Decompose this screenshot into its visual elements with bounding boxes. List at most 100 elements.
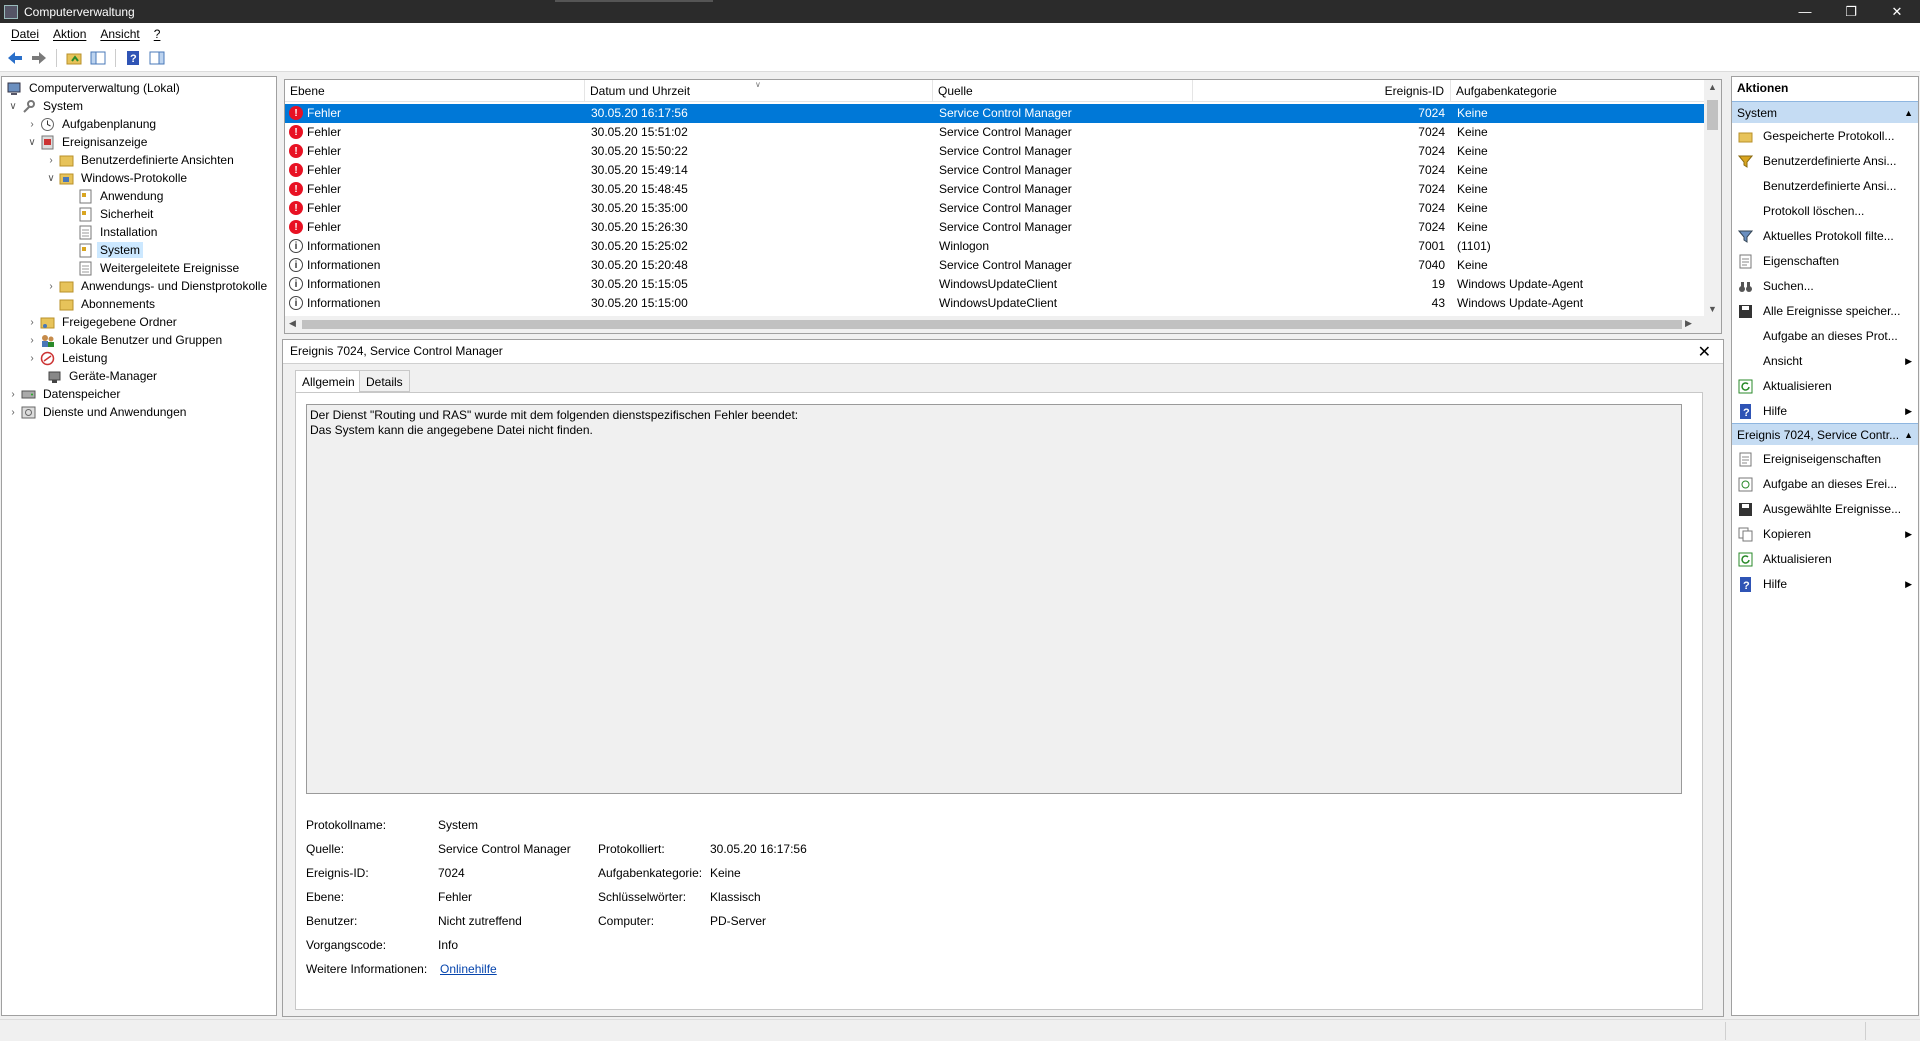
show-hide-tree-icon[interactable] [87,47,109,69]
restore-button[interactable]: ❐ [1828,0,1874,23]
tree-node-installation[interactable]: Installation [76,223,160,241]
chevron-down-icon[interactable]: ∨ [45,173,57,184]
actions-group-event[interactable]: Ereignis 7024, Service Contr... ▲ [1732,423,1918,445]
error-icon: ! [289,220,303,234]
tree-node-sicherheit[interactable]: Sicherheit [76,205,156,223]
table-row[interactable]: ! Fehler 30.05.20 15:48:45 Service Control … [285,180,1705,199]
scroll-down-icon[interactable]: ▼ [1708,304,1717,314]
scroll-up-icon[interactable]: ▲ [1708,82,1717,92]
table-row[interactable]: ! Fehler 30.05.20 15:49:14 Service Control … [285,161,1705,180]
help-icon[interactable]: ? [122,47,144,69]
folder-icon [59,279,74,294]
action-item[interactable]: Suchen... [1732,274,1918,298]
scroll-left-icon[interactable]: ◀ [289,318,296,329]
cell-date: 30.05.20 15:15:00 [591,296,688,310]
action-item[interactable]: Aufgabe an dieses Prot... [1732,324,1918,348]
tree-node-freigegebene-ordner[interactable]: › Freigegebene Ordner [26,313,180,331]
tab-allgemein[interactable]: Allgemein [295,370,362,393]
collapse-icon[interactable]: ▲ [1904,102,1913,124]
action-item[interactable]: Aktualisieren [1732,547,1918,571]
table-row[interactable]: i Informationen 30.05.20 15:25:02 Winlogon 7… [285,237,1705,256]
minimize-button[interactable]: — [1782,0,1828,23]
menu-ansicht[interactable]: Ansicht [93,27,146,41]
close-icon[interactable]: ✕ [1698,342,1711,362]
action-item[interactable]: Eigenschaften [1732,249,1918,273]
tree-node-benutzerdefinierte-ansichten[interactable]: › Benutzerdefinierte Ansichten [45,151,237,169]
cell-level: Fehler [307,201,342,215]
menu-aktion[interactable]: Aktion [46,27,93,41]
tree-node-system-log[interactable]: System [76,241,144,259]
tree-node-leistung[interactable]: › Leistung [26,349,110,367]
action-item[interactable]: Gespeicherte Protokoll... [1732,124,1918,148]
action-item[interactable]: Ereigniseigenschaften [1732,447,1918,471]
column-header-quelle[interactable]: Quelle [933,80,1193,102]
action-item[interactable]: Ansicht ▶ [1732,349,1918,373]
action-item[interactable]: Protokoll löschen... [1732,199,1918,223]
tree-node-computerverwaltung[interactable]: Computerverwaltung (Lokal) [5,79,183,97]
column-header-ebene[interactable]: Ebene [285,80,585,102]
chevron-right-icon[interactable]: › [7,407,19,418]
scroll-right-icon[interactable]: ▶ [1685,318,1692,329]
tree-node-system[interactable]: ∨ System [7,97,86,115]
tab-details[interactable]: Details [359,370,410,392]
chevron-right-icon[interactable]: › [45,155,57,166]
back-icon[interactable] [4,47,26,69]
tree-node-aufgabenplanung[interactable]: › Aufgabenplanung [26,115,159,133]
tree-node-ereignisanzeige[interactable]: ∨ Ereignisanzeige [26,133,150,151]
close-button[interactable]: ✕ [1874,0,1920,23]
table-row[interactable]: i Informationen 30.05.20 15:15:00 WindowsUp… [285,294,1705,313]
action-label: Hilfe [1763,577,1788,591]
tree-node-anwendungs-dienstprotokolle[interactable]: › Anwendungs- und Dienstprotokolle [45,277,270,295]
tree-node-dienste-anwendungen[interactable]: › Dienste und Anwendungen [7,403,189,421]
action-item[interactable]: ? Hilfe ▶ [1732,399,1918,423]
chevron-right-icon[interactable]: › [26,317,38,328]
chevron-right-icon[interactable]: › [26,335,38,346]
chevron-right-icon[interactable]: › [45,281,57,292]
action-item[interactable]: Kopieren ▶ [1732,522,1918,546]
show-hide-actions-icon[interactable] [146,47,168,69]
horizontal-scrollbar[interactable]: ◀ ▶ [285,316,1721,333]
table-row[interactable]: ! Fehler 30.05.20 15:51:02 Service Control … [285,123,1705,142]
chevron-right-icon[interactable]: › [26,119,38,130]
tree-node-geraete-manager[interactable]: Geräte-Manager [45,367,160,385]
vertical-scrollbar[interactable]: ▲ ▼ [1704,80,1721,318]
column-header-aufgabenkategorie[interactable]: Aufgabenkategorie [1451,80,1705,102]
action-item[interactable]: Alle Ereignisse speicher... [1732,299,1918,323]
up-folder-icon[interactable] [63,47,85,69]
action-item[interactable]: Aktualisieren [1732,374,1918,398]
tree-node-windows-protokolle[interactable]: ∨ Windows-Protokolle [45,169,190,187]
action-item[interactable]: Benutzerdefinierte Ansi... [1732,174,1918,198]
table-row[interactable]: ! Fehler 30.05.20 15:35:00 Service Control … [285,199,1705,218]
event-message[interactable]: Der Dienst "Routing und RAS" wurde mit d… [306,404,1682,794]
table-row[interactable]: i Informationen 30.05.20 15:15:05 WindowsUp… [285,275,1705,294]
tree-node-lokale-benutzer[interactable]: › Lokale Benutzer und Gruppen [26,331,225,349]
scroll-thumb[interactable] [1707,100,1718,130]
action-item[interactable]: Aufgabe an dieses Erei... [1732,472,1918,496]
table-row[interactable]: ! Fehler 30.05.20 15:26:30 Service Control … [285,218,1705,237]
action-item[interactable]: Ausgewählte Ereignisse... [1732,497,1918,521]
tree-node-anwendung[interactable]: Anwendung [76,187,166,205]
tree-node-datenspeicher[interactable]: › Datenspeicher [7,385,123,403]
chevron-down-icon[interactable]: ∨ [26,137,38,148]
collapse-icon[interactable]: ▲ [1904,424,1913,446]
tree-node-abonnements[interactable]: Abonnements [57,295,158,313]
scroll-thumb[interactable] [302,320,1682,329]
tree-label: Anwendungs- und Dienstprotokolle [81,279,268,293]
action-item[interactable]: ? Hilfe ▶ [1732,572,1918,596]
chevron-right-icon[interactable]: › [26,353,38,364]
actions-group-system[interactable]: System ▲ [1732,101,1918,123]
forward-icon[interactable] [28,47,50,69]
cell-date: 30.05.20 15:50:22 [591,144,688,158]
chevron-down-icon[interactable]: ∨ [7,101,19,112]
menu-datei[interactable]: Datei [4,27,46,41]
onlinehilfe-link[interactable]: Onlinehilfe [440,962,497,976]
tree-node-weitergeleitete-ereignisse[interactable]: Weitergeleitete Ereignisse [76,259,242,277]
table-row[interactable]: ! Fehler 30.05.20 15:50:22 Service Control … [285,142,1705,161]
action-item[interactable]: Aktuelles Protokoll filte... [1732,224,1918,248]
action-item[interactable]: Benutzerdefinierte Ansi... [1732,149,1918,173]
table-row[interactable]: i Informationen 30.05.20 15:20:48 Service C… [285,256,1705,275]
column-header-ereignis-id[interactable]: Ereignis-ID [1193,80,1451,102]
chevron-right-icon[interactable]: › [7,389,19,400]
menu-help[interactable]: ? [147,27,168,41]
table-row[interactable]: ! Fehler 30.05.20 16:17:56 Service Control … [285,104,1705,123]
